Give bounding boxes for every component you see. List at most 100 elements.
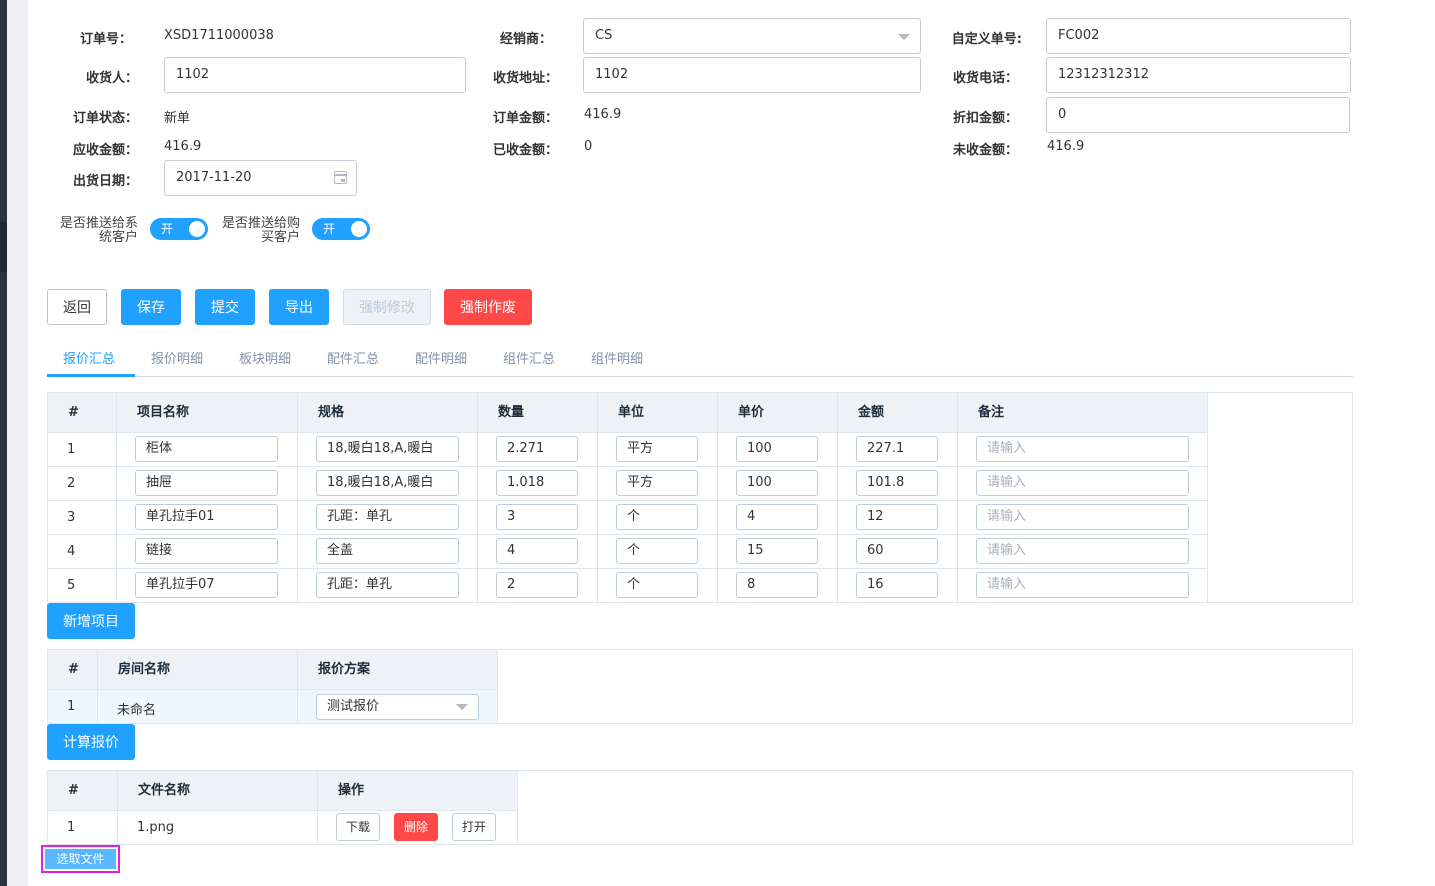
tab-component-summary[interactable]: 组件汇总 — [503, 348, 555, 367]
discount-input[interactable]: 0 — [1046, 97, 1350, 133]
price-cell: 100 — [718, 433, 838, 467]
dealer-label: 经销商： — [499, 32, 552, 47]
qty-input[interactable]: 3 — [496, 504, 578, 530]
name-input[interactable]: 链接 — [135, 538, 278, 564]
push-buyer-toggle[interactable]: 开 — [312, 218, 370, 240]
col-header-spec: 规格 — [298, 393, 478, 433]
ship-date-picker[interactable]: 2017-11-20 — [164, 160, 357, 196]
file-name: 1.png — [137, 820, 175, 835]
qty-input[interactable]: 1.018 — [496, 470, 578, 496]
force-edit-button[interactable]: 强制修改 — [343, 289, 431, 325]
consignee-input[interactable]: 1102 — [164, 57, 466, 93]
address-input[interactable]: 1102 — [583, 57, 921, 93]
save-button[interactable]: 保存 — [121, 289, 181, 325]
remark-input[interactable]: 请输入 — [976, 572, 1189, 598]
unit-cell: 平方 — [598, 467, 718, 501]
col-header-operation: 操作 — [318, 771, 518, 811]
tab-parts-detail[interactable]: 配件明细 — [415, 348, 467, 367]
unit-input[interactable]: 个 — [616, 504, 698, 530]
qty-input[interactable]: 2 — [496, 572, 578, 598]
calculate-quote-button[interactable]: 计算报价 — [47, 724, 135, 760]
qty-cell: 4 — [478, 535, 598, 569]
choose-file-label: 选取文件 — [45, 849, 116, 869]
amount-input[interactable]: 227.1 — [856, 436, 938, 462]
tab-panel-detail[interactable]: 板块明细 — [239, 348, 291, 367]
open-button[interactable]: 打开 — [452, 813, 496, 841]
tab-component-detail[interactable]: 组件明细 — [591, 348, 643, 367]
spec-cell: 18,暖白18,A,暖白 — [298, 467, 478, 501]
amount-input[interactable]: 16 — [856, 572, 938, 598]
submit-button[interactable]: 提交 — [195, 289, 255, 325]
tab-parts-summary[interactable]: 配件汇总 — [327, 348, 379, 367]
qty-input[interactable]: 4 — [496, 538, 578, 564]
room-table: # 房间名称 报价方案 1 未命名 测试报价 — [47, 649, 1353, 724]
unreceived-label: 未收金额： — [952, 143, 1018, 158]
amount-label: 订单金额： — [492, 111, 558, 126]
spec-input[interactable]: 18,暖白18,A,暖白 — [316, 470, 459, 496]
spec-cell: 18,暖白18,A,暖白 — [298, 433, 478, 467]
remark-input[interactable]: 请输入 — [976, 436, 1189, 462]
price-input[interactable]: 15 — [736, 538, 818, 564]
col-header-file-name: 文件名称 — [118, 771, 318, 811]
amount-input[interactable]: 12 — [856, 504, 938, 530]
push-system-toggle[interactable]: 开 — [150, 218, 208, 240]
unit-input[interactable]: 平方 — [616, 470, 698, 496]
unit-input[interactable]: 平方 — [616, 436, 698, 462]
name-cell: 单孔拉手07 — [117, 569, 298, 603]
tab-active-indicator — [47, 374, 135, 377]
table-row: 2 — [48, 467, 117, 501]
price-input[interactable]: 100 — [736, 470, 818, 496]
row-number: 5 — [67, 578, 76, 593]
name-input[interactable]: 单孔拉手01 — [135, 504, 278, 530]
back-button[interactable]: 返回 — [47, 289, 107, 325]
name-input[interactable]: 抽屉 — [135, 470, 278, 496]
push-system-label-line2: 统客户 — [98, 230, 138, 245]
order-detail-page: 订单号： XSD1711000038 经销商： CS 自定义单号: FC002 … — [28, 0, 1435, 886]
col-header-qty: 数量 — [478, 393, 598, 433]
remark-input[interactable]: 请输入 — [976, 470, 1189, 496]
tab-quote-detail[interactable]: 报价明细 — [151, 348, 203, 367]
phone-label: 收货电话： — [952, 71, 1018, 86]
discount-label: 折扣金额： — [952, 111, 1018, 126]
price-input[interactable]: 8 — [736, 572, 818, 598]
add-item-button[interactable]: 新增项目 — [47, 603, 135, 639]
tab-quote-summary[interactable]: 报价汇总 — [63, 348, 115, 367]
remark-input[interactable]: 请输入 — [976, 538, 1189, 564]
spec-input[interactable]: 18,暖白18,A,暖白 — [316, 436, 459, 462]
price-input[interactable]: 100 — [736, 436, 818, 462]
download-button[interactable]: 下载 — [336, 813, 380, 841]
custom-no-input[interactable]: FC002 — [1046, 18, 1351, 54]
remark-input[interactable]: 请输入 — [976, 504, 1189, 530]
room-name-cell: 未命名 — [98, 690, 298, 724]
quote-table: # 项目名称 规格 数量 单位 单价 金额 备注 1 柜体 18,暖白18,A,暖白… — [47, 392, 1353, 603]
force-void-button[interactable]: 强制作废 — [444, 289, 532, 325]
spec-input[interactable]: 孔距：单孔 — [316, 572, 459, 598]
address-label: 收货地址： — [492, 71, 558, 86]
qty-cell: 2.271 — [478, 433, 598, 467]
choose-file-button[interactable]: 选取文件 — [41, 845, 120, 873]
file-name-cell: 1.png — [118, 811, 318, 845]
export-button[interactable]: 导出 — [269, 289, 329, 325]
unit-input[interactable]: 个 — [616, 572, 698, 598]
dealer-select[interactable]: CS — [583, 18, 921, 54]
quote-plan-select[interactable]: 测试报价 — [316, 694, 479, 720]
price-input[interactable]: 4 — [736, 504, 818, 530]
table-row: 5 — [48, 569, 117, 603]
phone-input[interactable]: 12312312312 — [1046, 57, 1351, 93]
name-input[interactable]: 柜体 — [135, 436, 278, 462]
amount-input[interactable]: 101.8 — [856, 470, 938, 496]
delete-button[interactable]: 删除 — [394, 813, 438, 841]
spec-input[interactable]: 全盖 — [316, 538, 459, 564]
left-sidebar-strip — [0, 0, 7, 886]
unit-input[interactable]: 个 — [616, 538, 698, 564]
name-cell: 柜体 — [117, 433, 298, 467]
spec-input[interactable]: 孔距：单孔 — [316, 504, 459, 530]
remark-cell: 请输入 — [958, 569, 1208, 603]
table-row: 1 — [48, 690, 98, 724]
file-actions-cell: 下载 删除 打开 — [318, 811, 518, 845]
amount-cell: 16 — [838, 569, 958, 603]
qty-input[interactable]: 2.271 — [496, 436, 578, 462]
col-header-item-name: 项目名称 — [117, 393, 298, 433]
name-input[interactable]: 单孔拉手07 — [135, 572, 278, 598]
amount-input[interactable]: 60 — [856, 538, 938, 564]
